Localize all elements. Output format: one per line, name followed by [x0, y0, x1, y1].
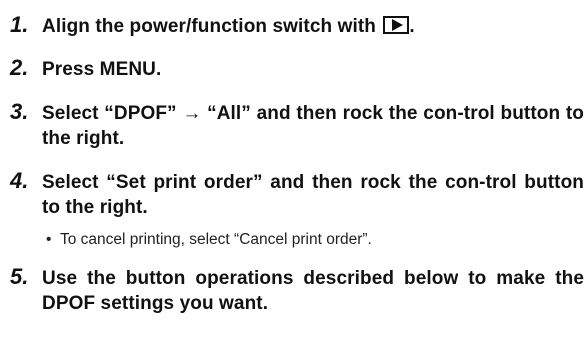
step-3: 3. Select “DPOF” → “All” and then rock t… — [2, 99, 584, 151]
play-mode-icon — [383, 16, 410, 34]
step-number: 5. — [10, 264, 29, 289]
note-bullet: • To cancel printing, select “Cancel prin… — [46, 230, 584, 250]
step-2: 2. Press MENU. — [2, 55, 584, 82]
step-1-period: . — [409, 16, 415, 37]
bullet-text: To cancel printing, select “Cancel print… — [60, 231, 372, 248]
step-text: Select “DPOF” → “All” and then rock the … — [42, 103, 584, 149]
step-number: 3. — [10, 99, 29, 124]
step-text: Align the power/function switch with . — [42, 14, 584, 39]
step-number: 1. — [10, 12, 29, 37]
step-text: Select “Set print order” and then rock t… — [42, 172, 584, 218]
step-4: 4. Select “Set print order” and then roc… — [2, 168, 584, 250]
step-text: Press MENU. — [42, 59, 162, 80]
step-number: 4. — [10, 168, 29, 193]
step-text: Use the button operations described belo… — [42, 268, 584, 314]
instruction-steps: 1. Align the power/function switch with … — [2, 12, 584, 328]
bullet-dot: • — [46, 231, 52, 248]
step-1: 1. Align the power/function switch with … — [2, 12, 584, 39]
step-1-label: Align the power/function switch with — [42, 16, 376, 37]
step-5: 5. Use the button operations described b… — [2, 264, 584, 316]
step-number: 2. — [10, 55, 29, 80]
